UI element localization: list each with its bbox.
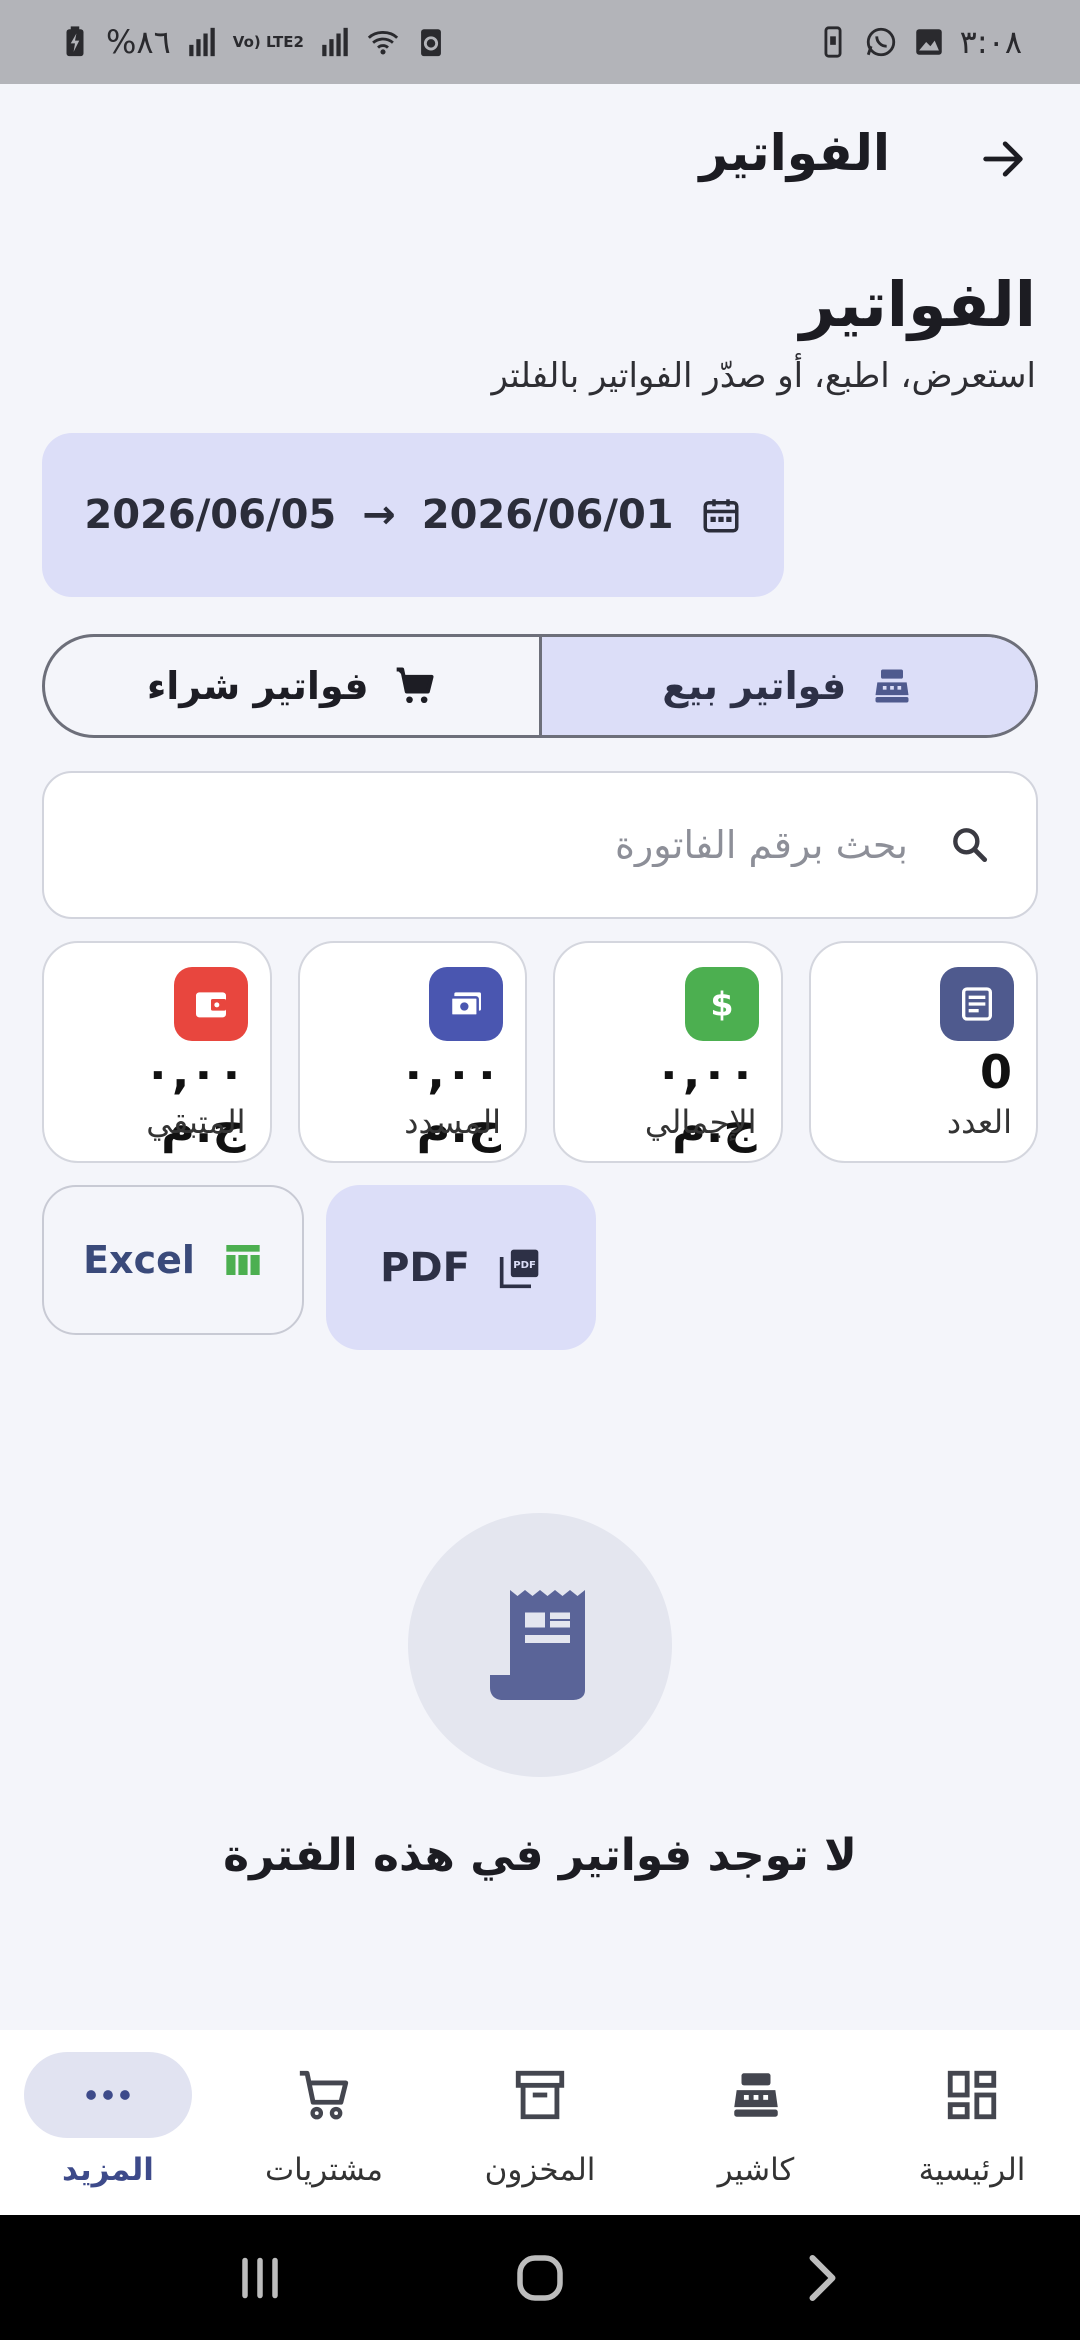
nav-item-home[interactable]: الرئيسية bbox=[872, 2030, 1072, 2188]
export-pdf-button[interactable]: PDF PDF bbox=[326, 1185, 596, 1350]
payments-icon bbox=[429, 967, 503, 1041]
stat-label: المسدد bbox=[404, 1103, 501, 1141]
phone-icon bbox=[824, 26, 842, 58]
calendar-icon bbox=[703, 499, 739, 533]
signal-icon bbox=[189, 27, 215, 57]
invoice-search-input[interactable] bbox=[208, 823, 908, 867]
more-icon bbox=[86, 2090, 130, 2100]
battery-percent: %٨٦ bbox=[106, 23, 171, 61]
stat-value: 0 bbox=[979, 1045, 1012, 1099]
pdf-label: PDF bbox=[380, 1244, 470, 1291]
nav-icon-wrap bbox=[888, 2052, 1056, 2138]
empty-state-message: لا توجد فواتير في هذه الفترة bbox=[223, 1830, 857, 1881]
signal-icon-2 bbox=[322, 27, 348, 57]
nav-label: كاشير bbox=[717, 2152, 795, 2188]
cash-register-icon bbox=[875, 669, 909, 703]
cash-register-icon bbox=[734, 2073, 778, 2117]
page-title: الفواتير bbox=[799, 268, 1036, 341]
stats-row: 0 العدد $ ٠,٠٠ ج.م الإجمالي ٠,٠٠ ج.م الم… bbox=[42, 941, 1038, 1163]
clock: ٣:٠٨ bbox=[959, 23, 1022, 61]
receipt-icon bbox=[490, 1590, 585, 1700]
invoice-type-tabs: فواتير بيع فواتير شراء bbox=[42, 634, 1038, 738]
document-icon bbox=[940, 967, 1014, 1041]
app-bar-title: الفواتير bbox=[699, 124, 890, 182]
stat-label: الإجمالي bbox=[644, 1103, 757, 1141]
nav-item-inventory[interactable]: المخزون bbox=[440, 2030, 640, 2188]
arrow-forward-icon bbox=[983, 141, 1023, 177]
network-type: Vo) LTE2 bbox=[232, 32, 304, 51]
nav-icon-wrap bbox=[24, 2052, 192, 2138]
status-right: ٣:٠٨ bbox=[816, 23, 1022, 61]
inventory-icon bbox=[515, 2070, 565, 2120]
stat-label: المتبقي bbox=[146, 1103, 246, 1141]
cart-icon bbox=[299, 2070, 349, 2120]
app-bar: الفواتير bbox=[0, 84, 1080, 234]
wallet-icon bbox=[173, 967, 248, 1041]
date-start: 2026/06/01 bbox=[421, 492, 674, 538]
status-left: %٨٦ Vo) LTE2 bbox=[58, 23, 448, 61]
nav-item-more[interactable]: المزيد bbox=[8, 2030, 208, 2188]
dashboard-icon bbox=[947, 2070, 997, 2120]
stat-label: العدد bbox=[946, 1103, 1012, 1141]
excel-label: Excel bbox=[83, 1238, 195, 1282]
nav-label: المزيد bbox=[62, 2152, 154, 2188]
stat-card-total: $ ٠,٠٠ ج.م الإجمالي bbox=[553, 941, 783, 1163]
table-icon bbox=[226, 1245, 260, 1275]
nav-item-purchases[interactable]: مشتريات bbox=[224, 2030, 424, 2188]
pdf-icon: PDF bbox=[499, 1249, 539, 1288]
nav-icon-wrap bbox=[672, 2052, 840, 2138]
search-box bbox=[42, 771, 1038, 919]
export-excel-button[interactable]: Excel bbox=[42, 1185, 304, 1335]
recycle-icon bbox=[421, 29, 441, 57]
tab-sales-invoices[interactable]: فواتير بيع bbox=[541, 637, 1035, 735]
stat-card-remaining: ٠,٠٠ ج.م المتبقي bbox=[42, 941, 272, 1163]
tab-purchase-invoices[interactable]: فواتير شراء bbox=[45, 637, 539, 735]
stat-card-paid: ٠,٠٠ ج.م المسدد bbox=[297, 941, 527, 1163]
date-end: 2026/06/05 bbox=[84, 492, 337, 538]
recent-apps-icon[interactable] bbox=[230, 2248, 290, 2308]
dollar-icon: $ bbox=[684, 967, 759, 1041]
nav-label: مشتريات bbox=[265, 2152, 383, 2188]
tab-sales-label: فواتير بيع bbox=[662, 664, 847, 708]
date-separator: → bbox=[362, 492, 396, 538]
status-bar: %٨٦ Vo) LTE2 ٣:٠٨ bbox=[0, 0, 1080, 84]
date-range-picker[interactable]: 2026/06/05 → 2026/06/01 bbox=[42, 433, 784, 597]
svg-text:$: $ bbox=[710, 985, 733, 1024]
nav-icon-wrap bbox=[456, 2052, 624, 2138]
gallery-icon bbox=[915, 29, 942, 55]
page-subtitle: استعرض، اطبع، أو صدّر الفواتير بالفلتر bbox=[491, 356, 1036, 396]
search-icon bbox=[953, 828, 988, 863]
cart-icon bbox=[396, 667, 434, 704]
wifi-icon bbox=[367, 31, 399, 55]
system-back-icon[interactable] bbox=[790, 2248, 850, 2308]
nav-item-cashier[interactable]: كاشير bbox=[656, 2030, 856, 2188]
whatsapp-icon bbox=[866, 27, 895, 57]
battery-icon bbox=[66, 26, 84, 57]
tab-purchase-label: فواتير شراء bbox=[146, 664, 369, 708]
nav-label: المخزون bbox=[484, 2152, 596, 2188]
nav-label: الرئيسية bbox=[918, 2152, 1026, 2188]
system-navigation-bar bbox=[0, 2215, 1080, 2340]
home-button-icon[interactable] bbox=[510, 2248, 570, 2308]
stat-card-count: 0 العدد bbox=[808, 941, 1038, 1163]
svg-text:PDF: PDF bbox=[513, 1260, 536, 1271]
back-button[interactable] bbox=[970, 126, 1036, 192]
bottom-navigation: الرئيسية كاشير المخزون مشتريات المزيد bbox=[0, 2030, 1080, 2215]
empty-state-illustration bbox=[408, 1513, 672, 1777]
nav-icon-wrap bbox=[240, 2052, 408, 2138]
